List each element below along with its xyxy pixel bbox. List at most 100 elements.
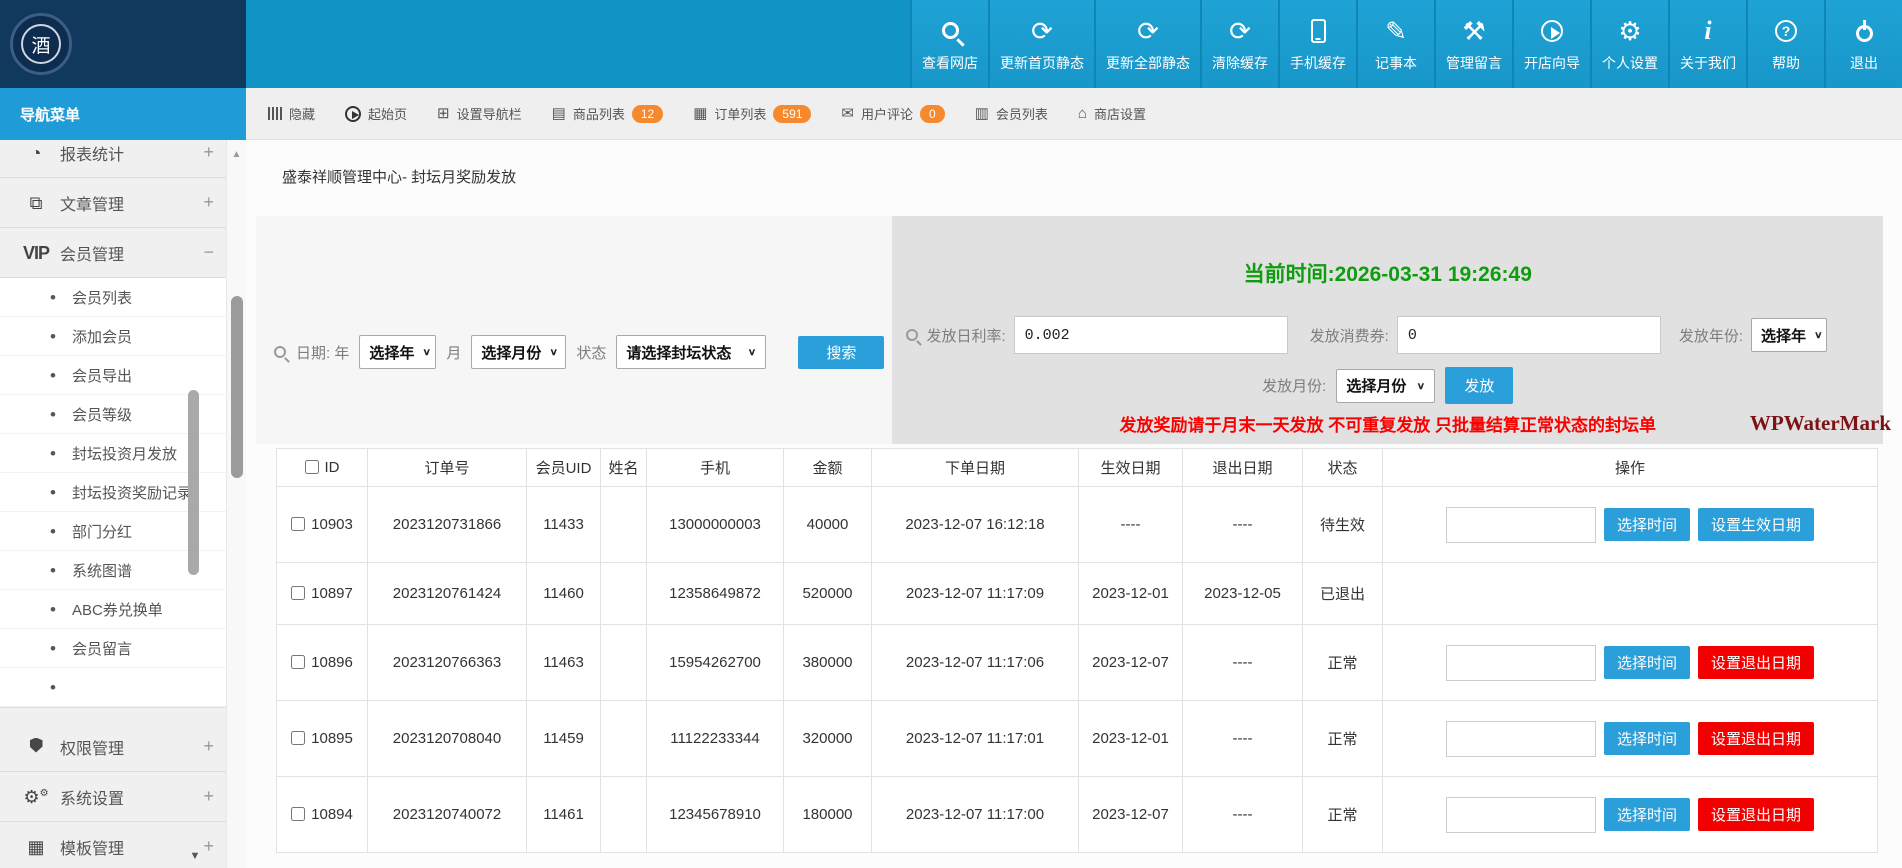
logo-zone: 酒 [0, 0, 246, 88]
logo-glyph: 酒 [21, 24, 61, 64]
table-row: 10897 2023120761424 11460 12358649872 52… [277, 563, 1878, 625]
grant-warning-text: 发放奖励请于月末一天发放 不可重复发放 只批量结算正常状态的封坛单 [892, 411, 1883, 436]
topnav-help[interactable]: ? 帮助 [1746, 0, 1824, 88]
pick-time-button[interactable]: 选择时间 [1604, 798, 1690, 831]
toolbar-nav-settings[interactable]: ⊞ 设置导航栏 [437, 104, 522, 123]
submenu-member-messages[interactable]: • 会员留言 [0, 629, 226, 668]
toolbar-member-list[interactable]: ▥ 会员列表 [975, 104, 1048, 123]
frame-scrollbar-thumb[interactable] [231, 296, 243, 478]
grant-year-select[interactable]: 选择年∨ [1751, 318, 1827, 352]
bullet-icon: • [50, 601, 56, 618]
bullet-icon: • [50, 328, 56, 345]
date-input[interactable] [1446, 721, 1596, 757]
row-checkbox[interactable] [291, 655, 305, 669]
bullet-icon: • [50, 484, 56, 501]
row-checkbox[interactable] [291, 517, 305, 531]
frame-scrollbar[interactable]: ▲ [226, 140, 246, 868]
toolbar-user-comments[interactable]: ✉ 用户评论 0 [841, 104, 944, 123]
submenu-empty-item[interactable]: • [0, 668, 226, 707]
topnav-clear-cache[interactable]: ⟳ 清除缓存 [1200, 0, 1278, 88]
grant-month-row: 发放月份: 选择月份∨ 发放 [892, 367, 1883, 404]
sidebar-item-system-settings[interactable]: ⚙⚙ 系统设置 + [0, 772, 226, 822]
topnav-mobile-cache[interactable]: 手机缓存 [1278, 0, 1356, 88]
month-select[interactable]: 选择月份∨ [471, 335, 566, 369]
question-circle-icon: ? [1775, 20, 1797, 42]
table-header-row: ID 订单号 会员UID 姓名 手机 金额 下单日期 生效日期 退出日期 状态 … [277, 449, 1878, 487]
vip-icon: VIP [22, 244, 50, 262]
grant-button[interactable]: 发放 [1445, 367, 1513, 404]
chevron-down-icon: ∨ [748, 346, 757, 357]
chevron-down-icon: ∨ [422, 346, 431, 357]
set-effective-date-button[interactable]: 设置生效日期 [1698, 508, 1814, 541]
comments-icon: ✉ [841, 106, 854, 121]
play-circle-icon [345, 106, 361, 122]
menu-spacer [0, 708, 226, 722]
scroll-up-arrow[interactable]: ▲ [227, 149, 246, 160]
pie-chart-icon: ◔ [22, 144, 50, 162]
set-exit-date-button[interactable]: 设置退出日期 [1698, 646, 1814, 679]
refresh-icon: ⟳ [1031, 16, 1053, 46]
sidebar-item-reports[interactable]: ◔ 报表统计 + [0, 140, 226, 178]
search-button[interactable]: 搜索 [798, 336, 884, 369]
topnav-refresh-all[interactable]: ⟳ 更新全部静态 [1094, 0, 1200, 88]
row-checkbox[interactable] [291, 731, 305, 745]
wrench-icon: ⚒ [1462, 16, 1485, 46]
coupon-input[interactable] [1397, 316, 1661, 354]
table-row: 10895 2023120708040 11459 11122233344 32… [277, 701, 1878, 777]
sidebar-item-members[interactable]: VIP 会员管理 − [0, 228, 226, 278]
nav-menu-header: 导航菜单 [0, 88, 246, 140]
set-exit-date-button[interactable]: 设置退出日期 [1698, 798, 1814, 831]
bullet-icon: • [50, 367, 56, 384]
status-select[interactable]: 请选择封坛状态∨ [616, 335, 766, 369]
select-all-checkbox[interactable] [305, 460, 319, 474]
product-count-badge: 12 [632, 105, 663, 123]
toolbar-hide[interactable]: 隐藏 [268, 104, 315, 123]
year-select[interactable]: 选择年∨ [359, 335, 436, 369]
order-list-icon: ▦ [693, 106, 707, 121]
topnav-personal-settings[interactable]: ⚙ 个人设置 [1590, 0, 1668, 88]
orders-table: ID 订单号 会员UID 姓名 手机 金额 下单日期 生效日期 退出日期 状态 … [276, 448, 1878, 853]
topnav-refresh-home[interactable]: ⟳ 更新首页静态 [988, 0, 1094, 88]
documents-icon: ⧉ [22, 194, 50, 212]
pick-time-button[interactable]: 选择时间 [1604, 722, 1690, 755]
topnav-view-shop[interactable]: 查看网店 [910, 0, 988, 88]
toolbar-start-page[interactable]: 起始页 [345, 104, 407, 123]
pen-icon: ✎ [1385, 16, 1407, 46]
expand-plus-icon: + [203, 836, 214, 857]
date-input[interactable] [1446, 507, 1596, 543]
empty-actions-cell [1383, 563, 1878, 625]
set-exit-date-button[interactable]: 设置退出日期 [1698, 722, 1814, 755]
submenu-add-member[interactable]: • 添加会员 [0, 317, 226, 356]
submenu-abc-coupon[interactable]: • ABC券兑换单 [0, 590, 226, 629]
sidebar-scrollbar-thumb[interactable] [188, 390, 199, 575]
toolbar-product-list[interactable]: ▤ 商品列表 12 [552, 104, 664, 123]
submenu-member-list[interactable]: • 会员列表 [0, 278, 226, 317]
top-nav: 查看网店 ⟳ 更新首页静态 ⟳ 更新全部静态 ⟳ 清除缓存 手机缓存 ✎ 记事本… [910, 0, 1902, 88]
date-input[interactable] [1446, 797, 1596, 833]
daily-rate-input[interactable] [1014, 316, 1288, 354]
table-row: 10896 2023120766363 11463 15954262700 38… [277, 625, 1878, 701]
bars-icon [268, 107, 282, 120]
toolbar-order-list[interactable]: ▦ 订单列表 591 [693, 104, 811, 123]
sidebar: ◔ 报表统计 + ⧉ 文章管理 + VIP 会员管理 − • 会员列表 • 添加… [0, 140, 246, 868]
grant-month-select[interactable]: 选择月份∨ [1336, 369, 1435, 403]
row-checkbox[interactable] [291, 586, 305, 600]
grant-inputs-row: 发放日利率: 发放消费券: 发放年份: 选择年∨ [892, 316, 1883, 354]
pick-time-button[interactable]: 选择时间 [1604, 646, 1690, 679]
toolbar-shop-settings[interactable]: ⌂ 商店设置 [1078, 104, 1146, 123]
topnav-logout[interactable]: 退出 [1824, 0, 1902, 88]
expand-plus-icon: + [203, 736, 214, 757]
topnav-shop-wizard[interactable]: 开店向导 [1512, 0, 1590, 88]
expand-plus-icon: + [203, 786, 214, 807]
chevron-down-icon: ∨ [549, 346, 558, 357]
row-checkbox[interactable] [291, 807, 305, 821]
topnav-notepad[interactable]: ✎ 记事本 [1356, 0, 1434, 88]
topnav-about-us[interactable]: i 关于我们 [1668, 0, 1746, 88]
search-filter-row: 日期: 年 选择年∨ 月 选择月份∨ 状态 请选择封坛状态∨ 搜索 [274, 335, 884, 369]
date-input[interactable] [1446, 645, 1596, 681]
topnav-manage-messages[interactable]: ⚒ 管理留言 [1434, 0, 1512, 88]
sidebar-item-articles[interactable]: ⧉ 文章管理 + [0, 178, 226, 228]
pick-time-button[interactable]: 选择时间 [1604, 508, 1690, 541]
scroll-down-arrow[interactable]: ▼ [188, 850, 202, 862]
sidebar-item-permissions[interactable]: 权限管理 + [0, 722, 226, 772]
